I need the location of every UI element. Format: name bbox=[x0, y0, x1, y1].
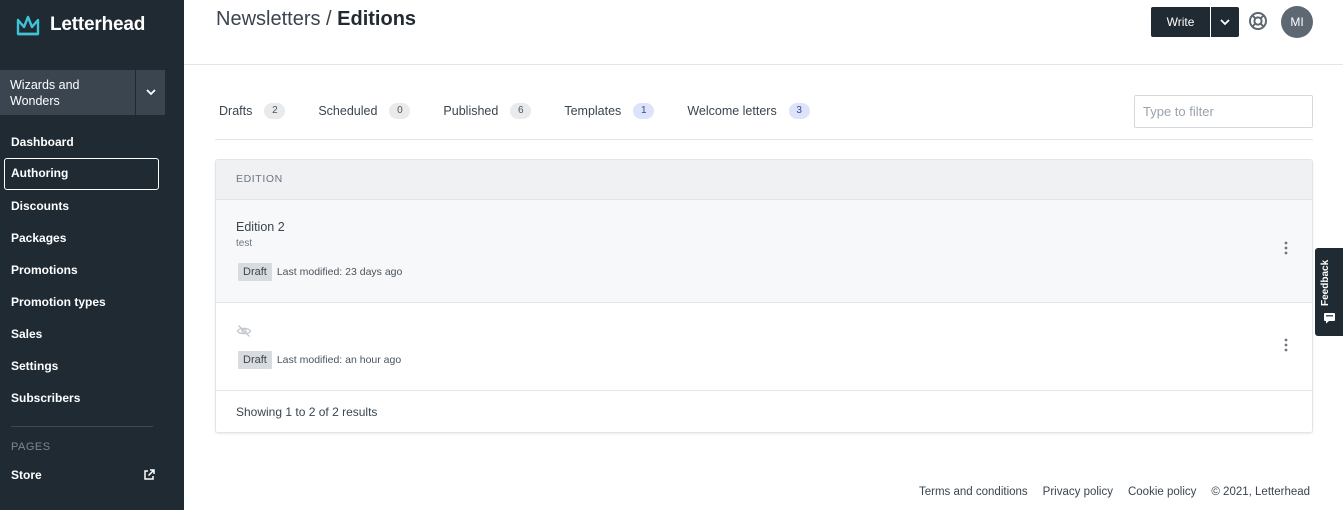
page-header: Newsletters / Editions Write MI bbox=[184, 0, 1343, 65]
more-options-icon[interactable] bbox=[1282, 240, 1290, 256]
breadcrumb-parent[interactable]: Newsletters / bbox=[216, 8, 332, 30]
letterhead-logo-icon bbox=[16, 15, 40, 36]
last-modified: Last modified: an hour ago bbox=[276, 354, 402, 366]
terms-link[interactable]: Terms and conditions bbox=[919, 486, 1028, 498]
tab-label: Drafts bbox=[219, 104, 253, 118]
publication-name: Wizards and Wonders bbox=[10, 78, 80, 108]
edition-title[interactable]: Edition 2 bbox=[236, 220, 285, 234]
editions-table: EDITION Edition 2 test Draft Last modifi… bbox=[215, 159, 1313, 433]
sidebar: Letterhead Wizards and Wonders Dashboard… bbox=[0, 0, 184, 510]
chevron-down-icon bbox=[145, 89, 156, 96]
count-badge: 3 bbox=[788, 103, 810, 119]
sidebar-item-dashboard[interactable]: Dashboard bbox=[0, 126, 184, 158]
count-badge: 2 bbox=[264, 103, 286, 119]
chat-icon bbox=[1324, 313, 1335, 324]
tab-label: Published bbox=[443, 104, 499, 118]
tab-welcome-letters[interactable]: Welcome letters 3 bbox=[687, 103, 810, 119]
chevron-down-icon bbox=[1220, 18, 1230, 25]
count-badge: 1 bbox=[633, 103, 655, 119]
sidebar-item-authoring[interactable]: Authoring bbox=[4, 158, 159, 190]
sidebar-section-label: PAGES bbox=[11, 441, 51, 453]
user-avatar[interactable]: MI bbox=[1281, 6, 1313, 38]
filter-input[interactable] bbox=[1134, 95, 1313, 128]
external-link-icon bbox=[144, 469, 155, 480]
breadcrumb: Newsletters / Editions bbox=[216, 8, 416, 31]
more-options-icon[interactable] bbox=[1282, 337, 1290, 353]
status-badge: Draft bbox=[238, 263, 272, 281]
count-badge: 0 bbox=[389, 103, 411, 119]
tabs-divider bbox=[215, 139, 1313, 140]
edition-meta: Draft Last modified: 23 days ago bbox=[238, 263, 402, 281]
cookie-link[interactable]: Cookie policy bbox=[1128, 486, 1196, 498]
brand-logo[interactable]: Letterhead bbox=[16, 10, 145, 40]
tab-drafts[interactable]: Drafts 2 bbox=[219, 103, 286, 119]
privacy-link[interactable]: Privacy policy bbox=[1043, 486, 1113, 498]
sidebar-nav: Dashboard Authoring Discounts Packages P… bbox=[0, 126, 184, 414]
publication-dropdown-toggle[interactable] bbox=[135, 70, 165, 115]
sidebar-item-label: Store bbox=[11, 468, 42, 482]
write-button[interactable]: Write bbox=[1151, 7, 1210, 37]
page-footer: Terms and conditions Privacy policy Cook… bbox=[919, 486, 1310, 498]
last-modified: Last modified: 23 days ago bbox=[276, 266, 403, 278]
table-row[interactable]: Edition 2 test Draft Last modified: 23 d… bbox=[216, 200, 1312, 303]
edition-subtitle: test bbox=[236, 238, 253, 249]
copyright-text: © 2021, Letterhead bbox=[1211, 486, 1311, 498]
write-button-group: Write bbox=[1151, 7, 1239, 37]
sidebar-item-discounts[interactable]: Discounts bbox=[0, 190, 184, 222]
count-badge: 6 bbox=[510, 103, 532, 119]
sidebar-item-promotion-types[interactable]: Promotion types bbox=[0, 286, 184, 318]
sidebar-item-store[interactable]: Store bbox=[11, 468, 155, 482]
feedback-tab[interactable]: Feedback bbox=[1315, 248, 1343, 336]
sidebar-item-sales[interactable]: Sales bbox=[0, 318, 184, 350]
table-row[interactable]: Draft Last modified: an hour ago bbox=[216, 303, 1312, 391]
tab-templates[interactable]: Templates 1 bbox=[564, 103, 655, 119]
results-summary: Showing 1 to 2 of 2 results bbox=[216, 391, 1312, 432]
edition-tabs: Drafts 2 Scheduled 0 Published 6 Templat… bbox=[219, 100, 843, 122]
tab-published[interactable]: Published 6 bbox=[443, 103, 532, 119]
tab-label: Templates bbox=[564, 104, 622, 118]
sidebar-item-packages[interactable]: Packages bbox=[0, 222, 184, 254]
help-lifebuoy-icon[interactable] bbox=[1248, 11, 1268, 31]
publication-selector[interactable]: Wizards and Wonders bbox=[0, 70, 165, 115]
tab-label: Scheduled bbox=[318, 104, 378, 118]
page-title: Editions bbox=[337, 8, 417, 30]
table-header: EDITION bbox=[216, 160, 1312, 200]
eye-off-icon bbox=[236, 325, 252, 337]
write-dropdown-button[interactable] bbox=[1211, 7, 1239, 37]
sidebar-item-settings[interactable]: Settings bbox=[0, 350, 184, 382]
status-badge: Draft bbox=[238, 351, 272, 369]
edition-meta: Draft Last modified: an hour ago bbox=[238, 351, 401, 369]
feedback-label: Feedback bbox=[1320, 259, 1331, 306]
brand-name: Letterhead bbox=[50, 14, 146, 35]
sidebar-item-subscribers[interactable]: Subscribers bbox=[0, 382, 184, 414]
sidebar-divider bbox=[11, 426, 153, 427]
sidebar-item-promotions[interactable]: Promotions bbox=[0, 254, 184, 286]
tab-scheduled[interactable]: Scheduled 0 bbox=[318, 103, 411, 119]
tab-label: Welcome letters bbox=[687, 104, 777, 118]
